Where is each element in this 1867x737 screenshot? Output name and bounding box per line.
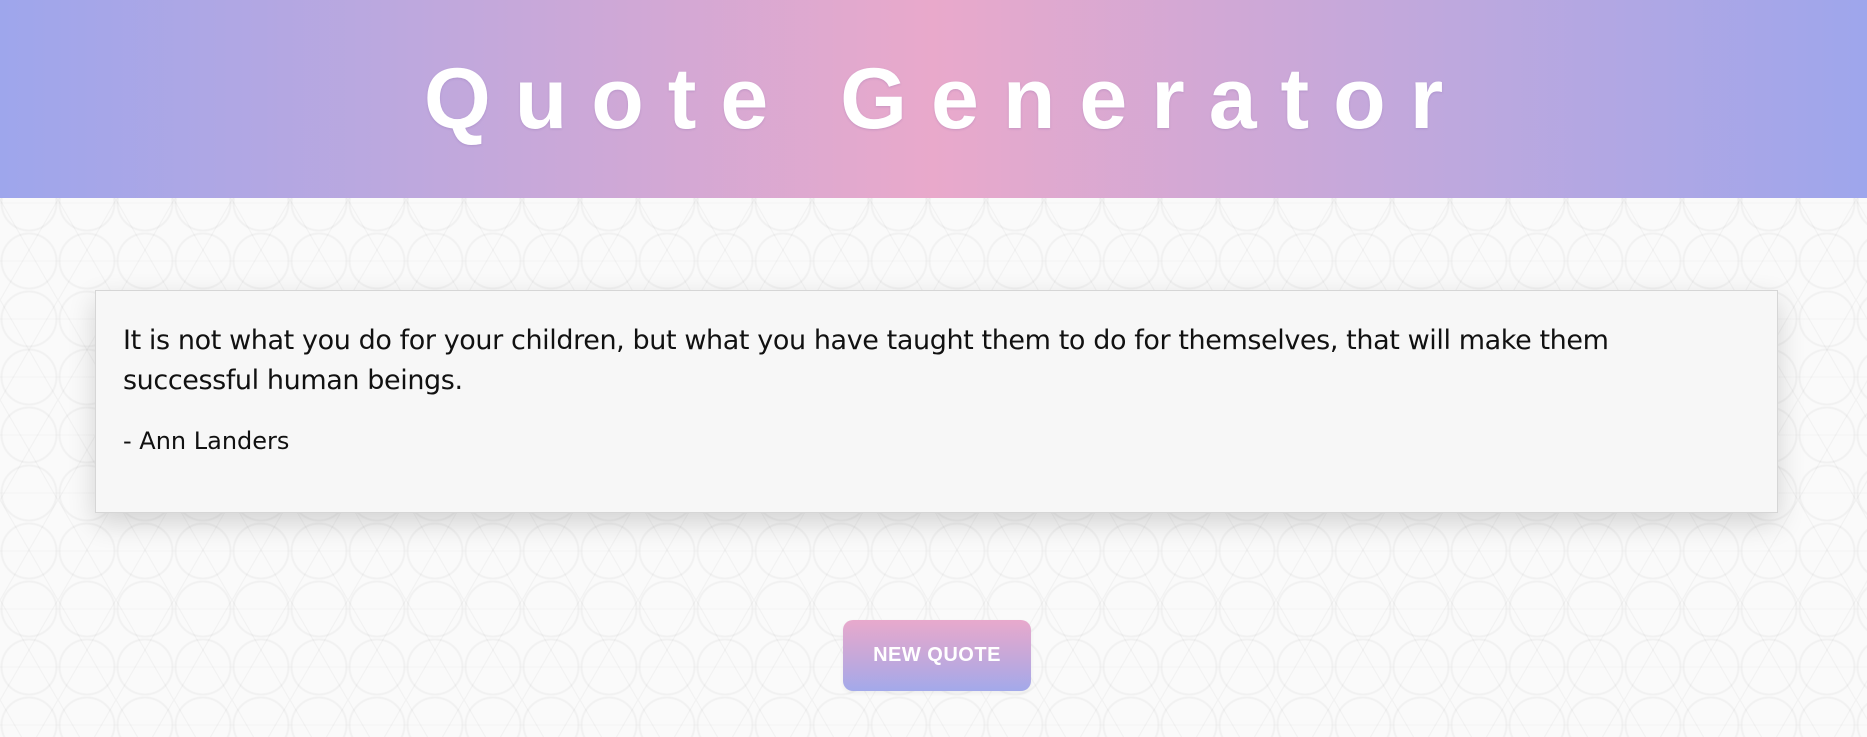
quote-text: It is not what you do for your children,… <box>123 325 1609 396</box>
quote-card: It is not what you do for your children,… <box>95 290 1778 513</box>
quote-author: - Ann Landers <box>123 427 290 455</box>
page-header: Quote Generator <box>0 0 1867 198</box>
new-quote-button[interactable]: NEW QUOTE <box>843 620 1031 691</box>
page-title: Quote Generator <box>423 51 1468 147</box>
